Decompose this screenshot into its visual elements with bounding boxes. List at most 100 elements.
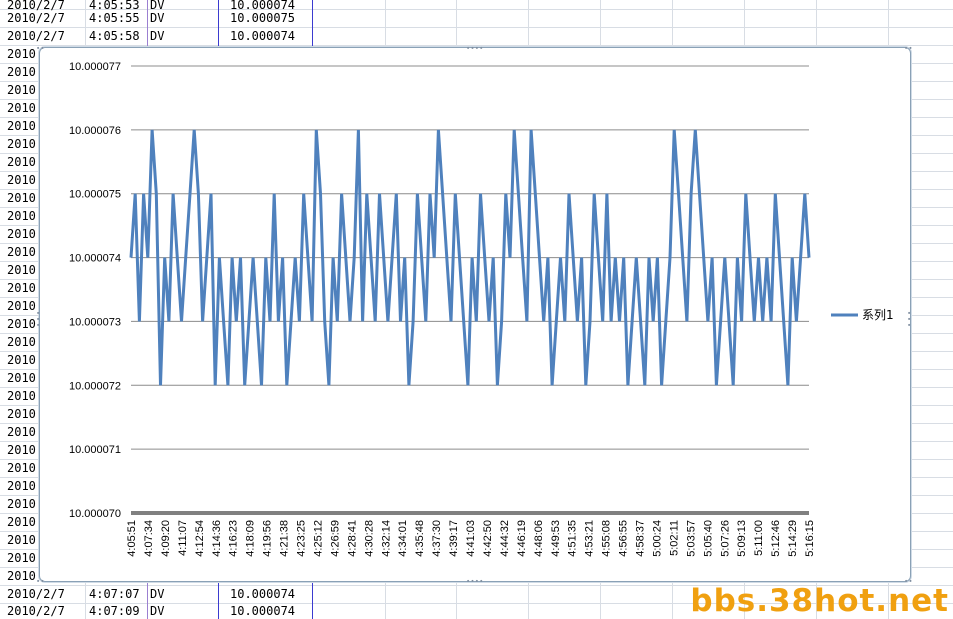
x-tick-label: 4:58:37 — [635, 520, 647, 557]
cell-type[interactable]: DV — [150, 602, 164, 619]
x-tick-label: 4:18:09 — [245, 520, 257, 557]
cell-value[interactable]: 10.000074 — [230, 585, 295, 603]
cell-time[interactable]: 4:07:09 — [89, 602, 140, 619]
x-tick-label: 5:11:00 — [753, 520, 765, 556]
x-tick-label: 4:19:56 — [262, 520, 274, 557]
x-tick-label: 4:05:51 — [126, 520, 138, 557]
cell-date[interactable]: 2010/2/7 — [7, 585, 65, 603]
cell-date-partial[interactable]: 2010 — [7, 135, 36, 153]
x-tick-label: 4:39:17 — [448, 520, 460, 557]
cell-date-partial[interactable]: 2010 — [7, 495, 36, 513]
cell-date[interactable]: 2010/2/7 — [7, 27, 65, 45]
x-tick-label: 5:03:57 — [685, 520, 697, 557]
line-chart: 10.000077 10.000076 10.000075 10.000074 10.0… — [69, 61, 894, 557]
watermark: bbs.38hot.net — [690, 583, 949, 619]
cell-date-partial[interactable]: 2010 — [7, 153, 36, 171]
cell-date-partial[interactable]: 2010 — [7, 369, 36, 387]
x-tick-label: 4:55:08 — [601, 520, 613, 557]
cell-date[interactable]: 2010/2/7 — [7, 9, 65, 27]
cell-date-partial[interactable]: 2010 — [7, 513, 36, 531]
x-tick-label: 4:30:28 — [363, 520, 375, 557]
x-tick-label: 5:00:24 — [651, 520, 663, 557]
cell-date-partial[interactable]: 2010 — [7, 81, 36, 99]
cell-date-partial[interactable]: 2010 — [7, 261, 36, 279]
x-tick-label: 4:26:59 — [329, 520, 341, 557]
cell-type[interactable]: DV — [150, 9, 164, 27]
resize-handle-bottom[interactable]: ∙∙∙∙ — [466, 578, 484, 585]
y-tick-label: 10.000073 — [69, 316, 121, 328]
x-tick-label: 4:21:38 — [279, 520, 291, 557]
y-tick-label: 10.000076 — [69, 125, 121, 137]
x-tick-label: 4:35:48 — [414, 520, 426, 557]
cell-date-partial[interactable]: 2010 — [7, 45, 36, 63]
y-tick-label: 10.000071 — [69, 444, 121, 456]
cell-date-partial[interactable]: 2010 — [7, 567, 36, 585]
resize-handle-top-right[interactable]: ∙∙ — [904, 45, 913, 52]
cell-value[interactable]: 10.000074 — [230, 27, 295, 45]
x-tick-label: 4:37:30 — [431, 520, 443, 557]
row-gridline — [0, 27, 953, 28]
x-tick-label: 4:51:35 — [567, 520, 579, 557]
cell-date-partial[interactable]: 2010 — [7, 207, 36, 225]
y-tick-label: 10.000074 — [69, 253, 121, 265]
x-tick-label: 4:34:01 — [397, 520, 409, 557]
x-tick-label: 4:42:50 — [482, 520, 494, 557]
cell-time[interactable]: 4:07:07 — [89, 585, 140, 603]
legend-label: 系列1 — [862, 308, 894, 322]
cell-date-partial[interactable]: 2010 — [7, 315, 36, 333]
cell-value[interactable]: 10.000074 — [230, 602, 295, 619]
cell-date-partial[interactable]: 2010 — [7, 405, 36, 423]
x-tick-label: 4:53:21 — [584, 520, 596, 557]
cell-time[interactable]: 4:05:58 — [89, 27, 140, 45]
cell-date-partial[interactable]: 2010 — [7, 423, 36, 441]
x-tick-label: 4:09:20 — [160, 520, 172, 557]
embedded-chart[interactable]: 10.000077 10.000076 10.000075 10.000074 10.0… — [36, 45, 913, 585]
resize-handle-right[interactable]: ∙ ∙ ∙ — [907, 310, 911, 329]
x-tick-label: 4:23:25 — [296, 520, 308, 557]
resize-handle-top[interactable]: ∙∙∙∙ — [466, 45, 484, 52]
cell-date[interactable]: 2010/2/7 — [7, 602, 65, 619]
x-tick-label: 5:12:46 — [770, 520, 782, 557]
cell-date-partial[interactable]: 2010 — [7, 63, 36, 81]
cell-date-partial[interactable]: 2010 — [7, 117, 36, 135]
x-tick-label: 4:32:14 — [380, 520, 392, 557]
cell-date-partial[interactable]: 2010 — [7, 477, 36, 495]
cell-date-partial[interactable]: 2010 — [7, 531, 36, 549]
x-tick-label: 4:07:34 — [143, 520, 155, 557]
cell-date-partial[interactable]: 2010 — [7, 171, 36, 189]
cell-date-partial[interactable]: 2010 — [7, 459, 36, 477]
cell-date-partial[interactable]: 2010 — [7, 225, 36, 243]
x-tick-label: 4:11:07 — [177, 520, 189, 556]
resize-handle-left[interactable]: ∙ ∙ ∙ — [36, 310, 40, 329]
x-tick-label: 4:12:54 — [194, 520, 206, 557]
cell-date-partial[interactable]: 2010 — [7, 441, 36, 459]
x-tick-label: 4:28:41 — [346, 520, 358, 557]
cell-date-partial[interactable]: 2010 — [7, 99, 36, 117]
x-tick-label: 4:49:53 — [550, 520, 562, 557]
cell-date-partial[interactable]: 2010 — [7, 351, 36, 369]
y-tick-label: 10.000077 — [69, 61, 121, 73]
x-tick-label: 5:09:13 — [736, 520, 748, 557]
x-tick-label: 4:48:06 — [533, 520, 545, 557]
y-tick-label: 10.000072 — [69, 380, 121, 392]
cell-date-partial[interactable]: 2010 — [7, 243, 36, 261]
cell-type[interactable]: DV — [150, 585, 164, 603]
cell-date-partial[interactable]: 2010 — [7, 333, 36, 351]
x-tick-label: 4:25:12 — [312, 520, 324, 557]
cell-time[interactable]: 4:05:55 — [89, 9, 140, 27]
cell-date-partial[interactable]: 2010 — [7, 189, 36, 207]
x-tick-label: 5:16:15 — [804, 520, 816, 557]
x-tick-label: 4:16:23 — [228, 520, 240, 557]
cell-date-partial[interactable]: 2010 — [7, 279, 36, 297]
cell-date-partial[interactable]: 2010 — [7, 549, 36, 567]
resize-handle-top-left[interactable]: ∙∙ — [36, 45, 45, 52]
y-tick-label: 10.000070 — [69, 508, 121, 520]
x-tick-label: 4:44:32 — [499, 520, 511, 557]
cell-date-partial[interactable]: 2010 — [7, 387, 36, 405]
resize-handle-bottom-left[interactable]: ∙∙ — [36, 578, 45, 585]
x-tick-label: 4:56:55 — [618, 520, 630, 557]
cell-date-partial[interactable]: 2010 — [7, 297, 36, 315]
cell-type[interactable]: DV — [150, 27, 164, 45]
cell-value[interactable]: 10.000075 — [230, 9, 295, 27]
x-tick-label: 4:46:19 — [516, 520, 528, 557]
